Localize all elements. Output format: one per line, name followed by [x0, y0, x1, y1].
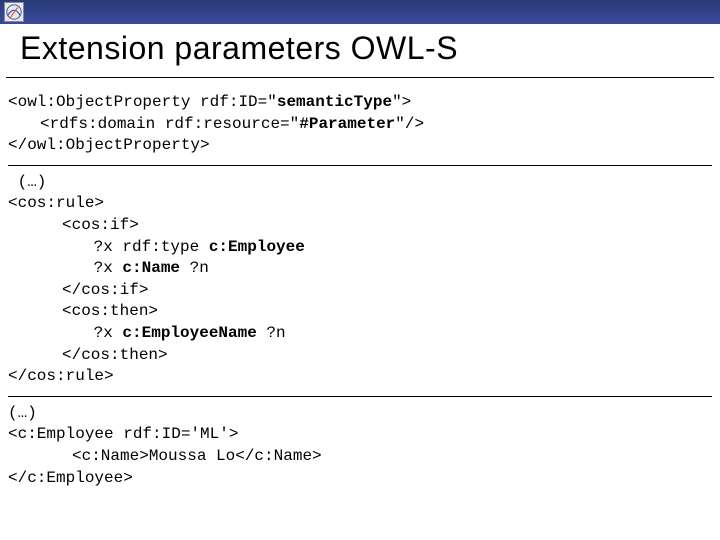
code-line: ">	[392, 93, 411, 111]
code-line: <c:Employee rdf:ID='ML'>	[8, 425, 238, 443]
code-line: <cos:then>	[8, 301, 158, 323]
code-bold: c:EmployeeName	[122, 324, 256, 342]
code-line: "/>	[395, 115, 424, 133]
code-line: </cos:if>	[8, 280, 148, 302]
title-section: Extension parameters OWL-S	[6, 24, 714, 78]
code-line: ?n	[257, 324, 286, 342]
code-bold: semanticType	[277, 93, 392, 111]
logo-icon	[4, 2, 24, 22]
code-line: </cos:then>	[8, 345, 168, 367]
separator	[8, 396, 712, 397]
code-line: ?x	[84, 259, 122, 277]
code-line: <cos:rule>	[8, 194, 104, 212]
code-line: ?n	[180, 259, 209, 277]
code-line: ?x rdf:type	[84, 238, 209, 256]
code-line: ?x	[84, 324, 122, 342]
page-title: Extension parameters OWL-S	[20, 30, 704, 67]
title-bar	[0, 0, 720, 24]
code-line: <cos:if>	[8, 215, 139, 237]
code-line: <rdfs:domain rdf:resource="	[40, 115, 299, 133]
code-block-1: <owl:ObjectProperty rdf:ID="semanticType…	[8, 92, 712, 157]
code-block-3: (…) <c:Employee rdf:ID='ML'> <c:Name>Mou…	[8, 403, 712, 489]
code-line: <c:Name>Moussa Lo</c:Name>	[8, 446, 322, 468]
code-line: (…)	[8, 173, 46, 191]
content-area: <owl:ObjectProperty rdf:ID="semanticType…	[0, 78, 720, 489]
code-bold: c:Employee	[209, 238, 305, 256]
code-block-2: (…) <cos:rule> <cos:if> ?x rdf:type c:Em…	[8, 172, 712, 388]
code-line: <owl:ObjectProperty rdf:ID="	[8, 93, 277, 111]
code-line: </owl:ObjectProperty>	[8, 136, 210, 154]
code-line: </cos:rule>	[8, 367, 114, 385]
code-line: (…)	[8, 404, 37, 422]
code-line: </c:Employee>	[8, 469, 133, 487]
code-bold: c:Name	[122, 259, 180, 277]
separator	[8, 165, 712, 166]
code-bold: #Parameter	[299, 115, 395, 133]
